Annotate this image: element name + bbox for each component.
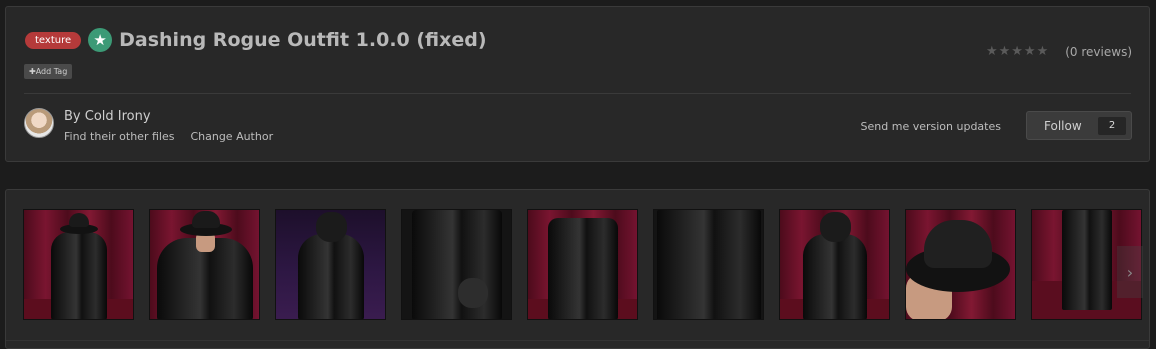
- change-author-link[interactable]: Change Author: [190, 130, 273, 143]
- follow-count-badge: 2: [1098, 116, 1126, 135]
- follow-button[interactable]: Follow 2: [1026, 111, 1132, 140]
- find-other-files-link[interactable]: Find their other files: [64, 130, 174, 143]
- follow-label: Follow: [1044, 118, 1082, 133]
- gallery-thumbnail[interactable]: [527, 209, 638, 320]
- tag-texture[interactable]: texture: [25, 31, 82, 49]
- chevron-right-icon[interactable]: ›: [1117, 246, 1143, 298]
- add-tag-label: Add Tag: [35, 67, 68, 76]
- gallery-thumbnail[interactable]: [905, 209, 1016, 320]
- divider: [6, 340, 1149, 341]
- rating: ★★★★★ (0 reviews): [986, 44, 1132, 59]
- gallery-thumbnail[interactable]: [23, 209, 134, 320]
- gallery-thumbnail[interactable]: [653, 209, 764, 320]
- version-updates-link[interactable]: Send me version updates: [861, 120, 1001, 133]
- reviews-count[interactable]: (0 reviews): [1065, 45, 1132, 59]
- author-name[interactable]: By Cold Irony: [64, 109, 151, 124]
- gallery-thumbnail[interactable]: [401, 209, 512, 320]
- gallery-thumbnail[interactable]: [275, 209, 386, 320]
- rating-stars-icon[interactable]: ★★★★★: [986, 44, 1049, 59]
- gallery-panel: ›: [5, 189, 1150, 349]
- thumbnail-strip: [23, 209, 1142, 320]
- plus-icon: ✚: [29, 67, 36, 76]
- title-row: texture ★ Dashing Rogue Outfit 1.0.0 (fi…: [25, 28, 487, 52]
- gallery-thumbnail[interactable]: [149, 209, 260, 320]
- file-header-panel: texture ★ Dashing Rogue Outfit 1.0.0 (fi…: [5, 6, 1150, 162]
- divider: [24, 93, 1131, 94]
- add-tag-button[interactable]: ✚Add Tag: [24, 64, 73, 79]
- gallery-thumbnail[interactable]: [779, 209, 890, 320]
- page-title: Dashing Rogue Outfit 1.0.0 (fixed): [119, 29, 487, 51]
- author-links: Find their other files Change Author: [64, 130, 273, 143]
- star-icon: ★: [88, 28, 113, 52]
- avatar[interactable]: [24, 108, 54, 138]
